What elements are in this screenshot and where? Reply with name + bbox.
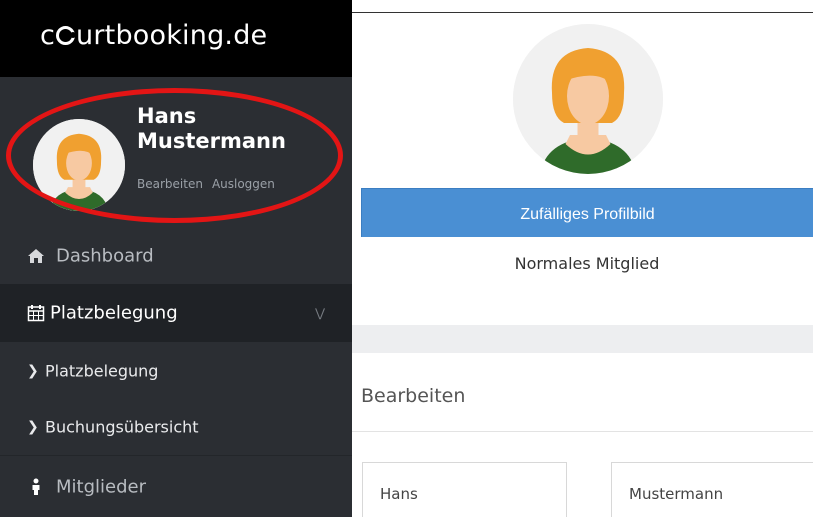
- nav-label-platzbelegung: Platzbelegung: [50, 302, 178, 324]
- subnav-label-buchungsuebersicht: Buchungsübersicht: [45, 417, 199, 437]
- profile-avatar-illustration: [513, 24, 663, 174]
- nav-label-dashboard: Dashboard: [56, 245, 154, 267]
- top-divider: [352, 12, 813, 13]
- chevron-double-down-icon[interactable]: ⋁: [315, 306, 325, 320]
- last-name-field[interactable]: Mustermann: [611, 462, 813, 517]
- edit-section-title: Bearbeiten: [361, 385, 466, 407]
- brand-logo[interactable]: c urtbooking.de: [40, 20, 267, 51]
- nav-item-platzbelegung[interactable]: Platzbelegung ⋁: [0, 284, 352, 342]
- section-separator: [352, 325, 813, 353]
- random-profile-image-button[interactable]: Zufälliges Profilbild: [361, 188, 813, 237]
- brand-prefix: c: [40, 20, 56, 51]
- subnav-item-platzbelegung[interactable]: ❯ Platzbelegung: [0, 342, 352, 400]
- subnav-item-buchungsuebersicht[interactable]: ❯ Buchungsübersicht: [0, 400, 352, 454]
- brand-ball-icon: [56, 26, 77, 45]
- subnav-label-platzbelegung: Platzbelegung: [45, 361, 159, 381]
- first-name-field[interactable]: Hans: [362, 462, 567, 517]
- edit-section-header: Bearbeiten: [352, 353, 813, 432]
- profile-avatar: [513, 24, 663, 174]
- member-type-label: Normales Mitglied: [514, 254, 660, 273]
- nav-item-mitglieder[interactable]: Mitglieder: [0, 455, 352, 517]
- brand-suffix: urtbooking.de: [76, 20, 268, 51]
- sidebar: c urtbooking.de Hans Mustermann Bearbeite…: [0, 0, 352, 517]
- chevron-right-icon: ❯: [27, 363, 39, 379]
- user-icon: [32, 478, 40, 495]
- highlight-annotation: [6, 88, 343, 223]
- nav-item-dashboard[interactable]: Dashboard: [0, 228, 352, 284]
- brand-header: c urtbooking.de: [0, 0, 352, 77]
- chevron-right-icon: ❯: [27, 419, 39, 435]
- nav-label-mitglieder: Mitglieder: [56, 476, 146, 497]
- calendar-icon: [27, 305, 45, 322]
- home-icon: [28, 249, 44, 263]
